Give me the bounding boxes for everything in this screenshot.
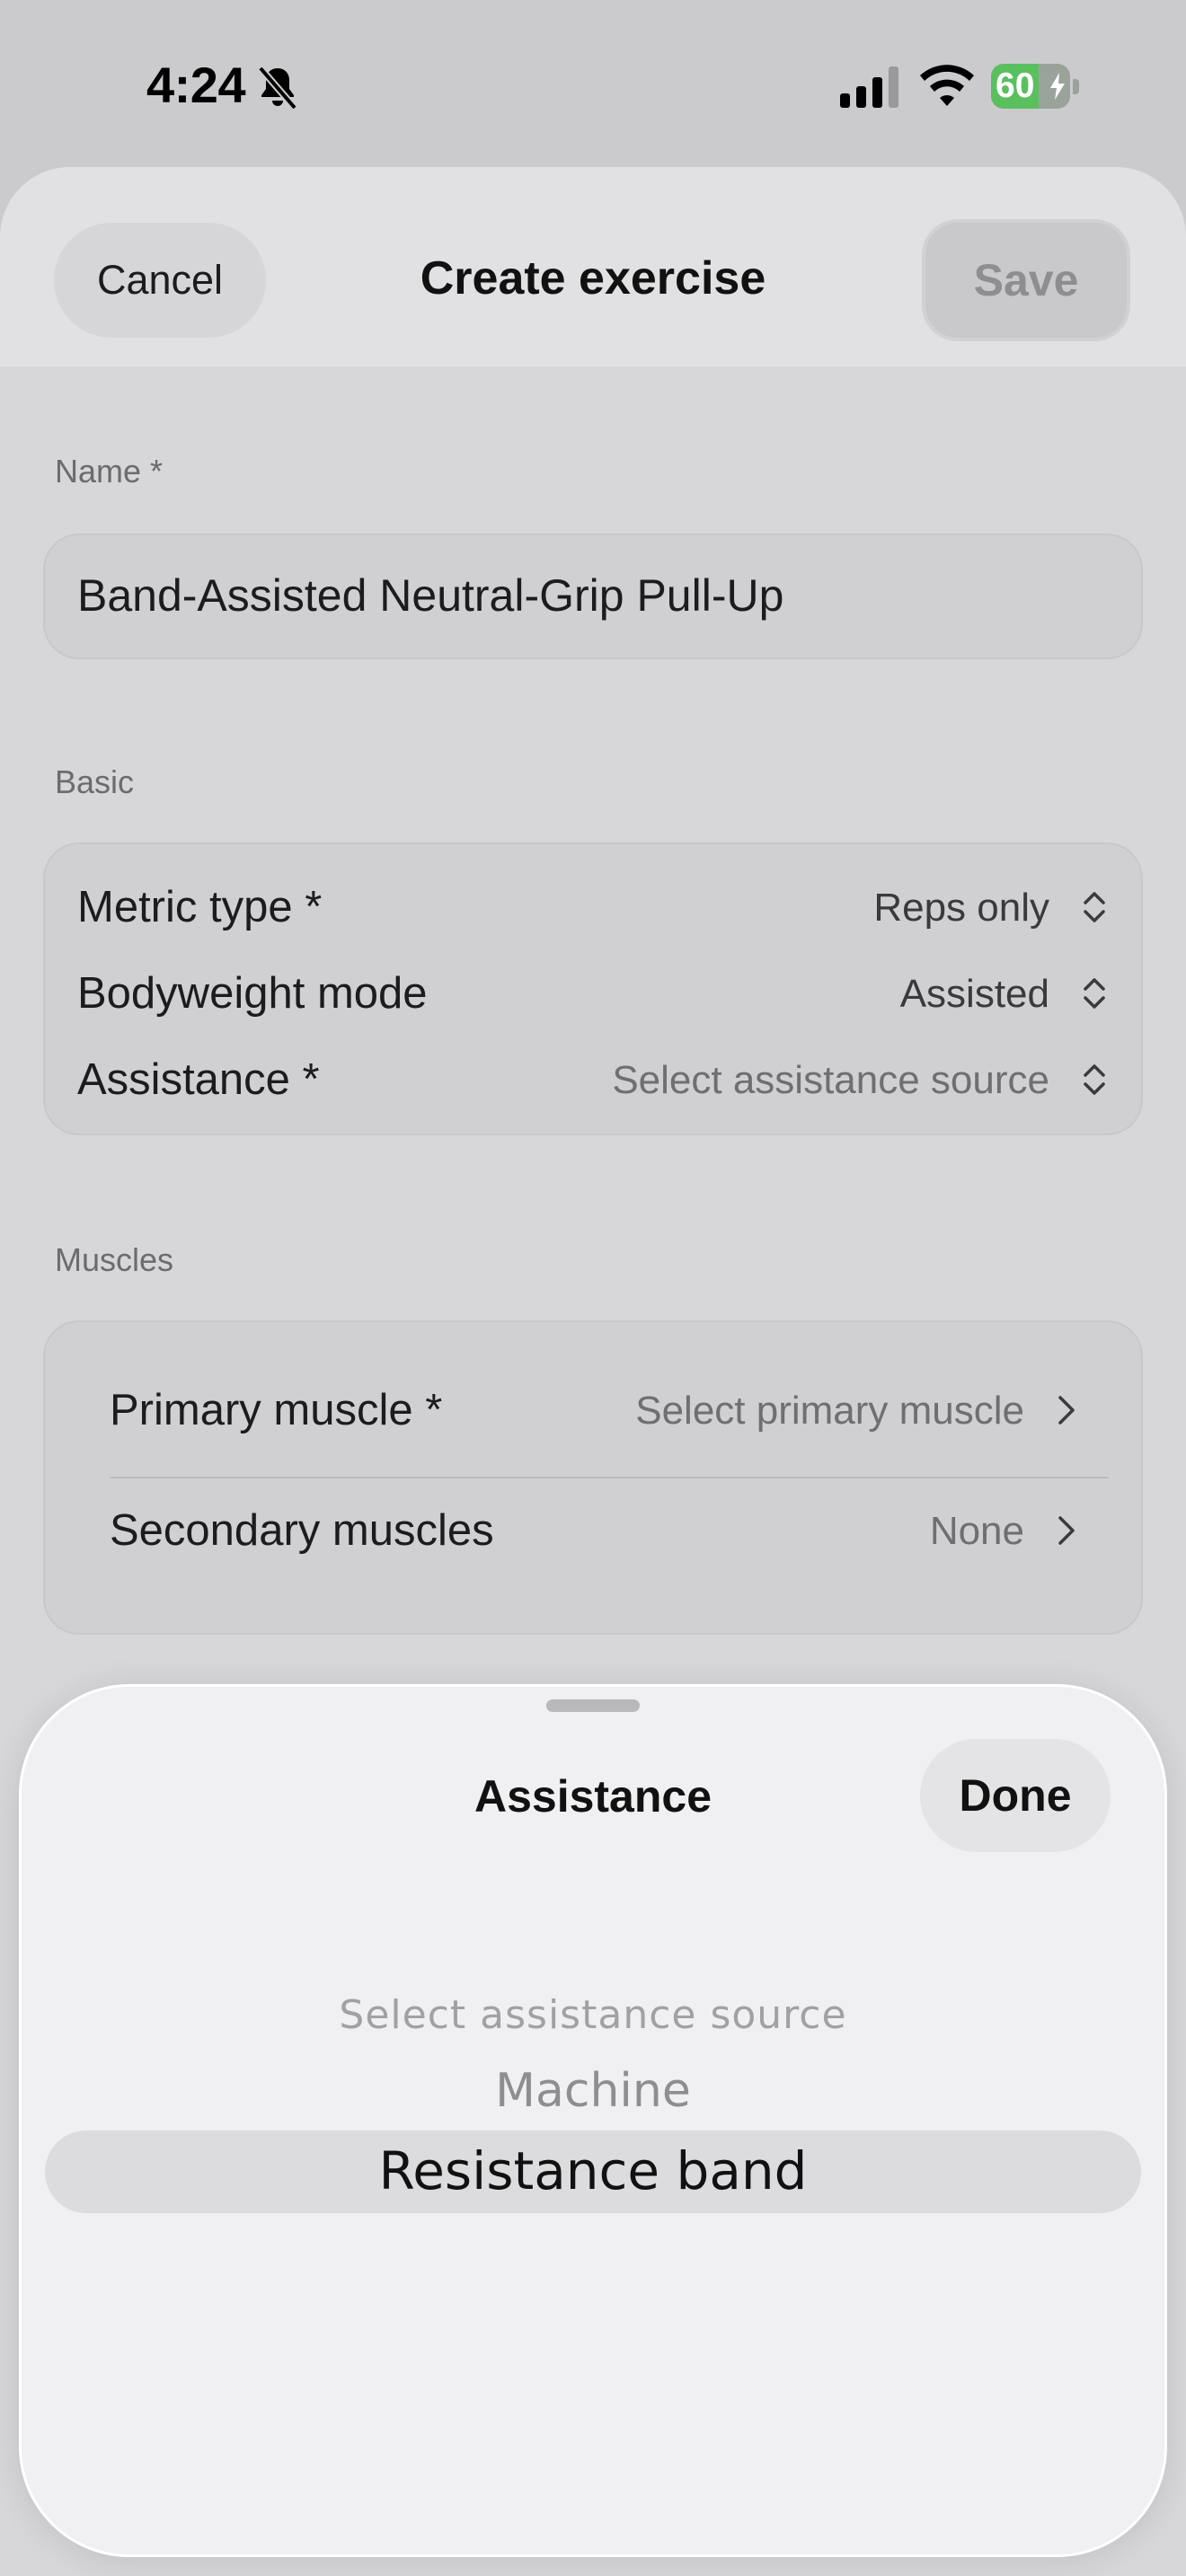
battery-indicator: 60 bbox=[991, 64, 1081, 109]
battery-percent: 60 bbox=[996, 66, 1035, 105]
done-button[interactable]: Done bbox=[920, 1739, 1111, 1852]
charging-bolt-icon bbox=[1050, 73, 1065, 100]
status-time: 4:24 bbox=[146, 57, 246, 113]
status-bar: 4:24 60 bbox=[0, 0, 1186, 166]
picker-option-resistance-band[interactable]: Resistance band bbox=[22, 2140, 1164, 2201]
bell-slash-icon bbox=[257, 66, 298, 110]
cellular-signal-icon bbox=[840, 66, 898, 108]
picker-option-select-assistance-source[interactable]: Select assistance source bbox=[22, 1992, 1164, 2038]
sheet-grabber[interactable] bbox=[546, 1699, 640, 1712]
picker-title: Assistance bbox=[474, 1771, 712, 1822]
picker-option-machine[interactable]: Machine bbox=[22, 2064, 1164, 2118]
assistance-picker-sheet: Assistance Done Select assistance source… bbox=[22, 1687, 1164, 2554]
wifi-icon bbox=[920, 65, 974, 106]
